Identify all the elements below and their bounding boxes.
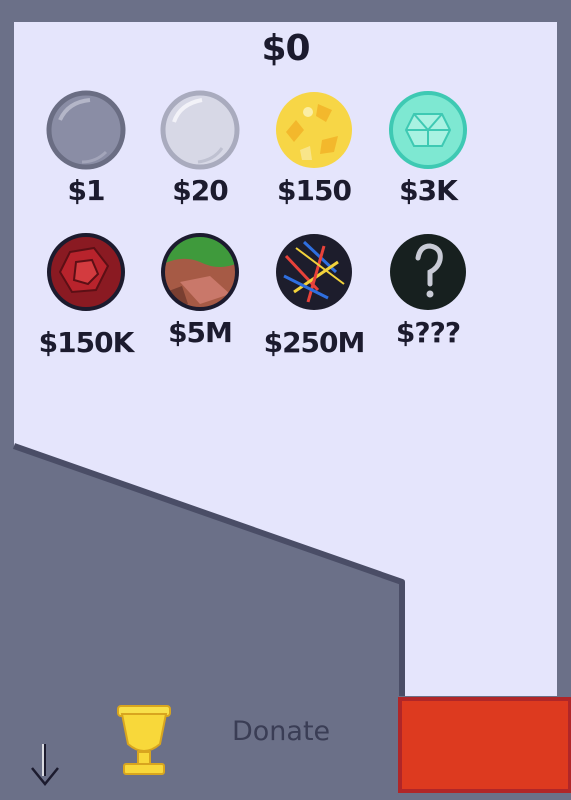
ball-price-label: $250M bbox=[263, 326, 366, 359]
donate-button[interactable]: Donate bbox=[232, 716, 330, 747]
trophy-icon bbox=[117, 705, 171, 775]
balance-display: $0 bbox=[261, 28, 310, 69]
sticks-ball-icon bbox=[276, 234, 352, 310]
shop-item-gold-ball[interactable]: $150 bbox=[249, 90, 379, 207]
ball-price-label: $150K bbox=[38, 326, 135, 359]
ball-price-label: $1 bbox=[67, 174, 106, 207]
drop-button[interactable] bbox=[28, 742, 62, 792]
down-arrow-icon bbox=[31, 744, 59, 786]
grass-dirt-ball-icon bbox=[161, 233, 239, 311]
silver-ball-icon bbox=[160, 90, 240, 170]
ball-price-label: $150 bbox=[277, 174, 352, 207]
shop-item-gray-ball[interactable]: $1 bbox=[21, 90, 151, 207]
shop-item-ruby-ball[interactable]: $150K bbox=[21, 232, 151, 359]
gray-ball-icon bbox=[46, 90, 126, 170]
drop-zone-button[interactable] bbox=[398, 697, 571, 793]
shop-item-silver-ball[interactable]: $20 bbox=[135, 90, 265, 207]
ball-price-label: $3K bbox=[399, 174, 458, 207]
diamond-ball-icon bbox=[389, 91, 467, 169]
shop-item-mystery-ball[interactable]: $??? bbox=[363, 232, 493, 349]
ruby-ball-icon bbox=[47, 233, 125, 311]
trophy-button[interactable] bbox=[112, 700, 176, 784]
gold-ball-icon bbox=[276, 92, 352, 168]
mystery-ball-icon bbox=[390, 234, 466, 310]
shop-item-diamond-ball[interactable]: $3K bbox=[363, 90, 493, 207]
shop-item-sticks-ball[interactable]: $250M bbox=[249, 232, 379, 359]
ball-price-label: $??? bbox=[395, 316, 461, 349]
ball-price-label: $20 bbox=[172, 174, 228, 207]
shop-item-grass-dirt-ball[interactable]: $5M bbox=[135, 232, 265, 349]
ball-price-label: $5M bbox=[168, 316, 233, 349]
